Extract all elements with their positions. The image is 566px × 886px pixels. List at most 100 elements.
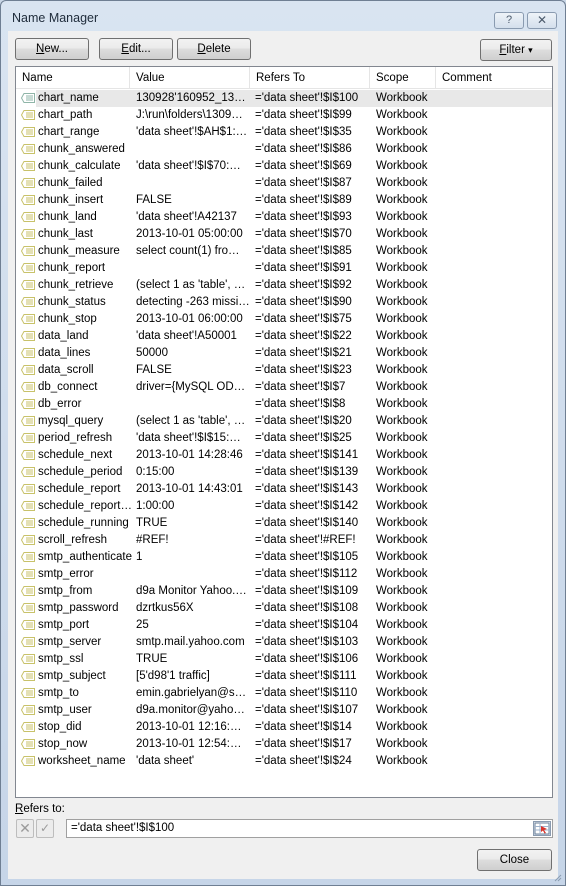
close-button[interactable]: Close [477, 849, 552, 871]
list-item[interactable]: scroll_refresh #REF! ='data sheet'!#REF! Wo… [16, 532, 552, 549]
refers-to-input[interactable]: ='data sheet'!$I$100 [66, 819, 553, 838]
delete-button[interactable]: Delete [177, 38, 251, 60]
list-item[interactable]: chunk_calculate 'data sheet'!$I$70:… ='dat… [16, 158, 552, 175]
list-item[interactable]: smtp_authenticate 1 ='data sheet'!$I$105 Wo… [16, 549, 552, 566]
cancel-edit-button[interactable]: ✕ [16, 819, 34, 838]
refers-to-cell: ='data sheet'!$I$107 [255, 704, 359, 716]
list-item[interactable]: chart_path J:\run\folders\1309… ='data she… [16, 107, 552, 124]
filter-button-label: ilter [506, 44, 525, 56]
list-item[interactable]: chunk_failed ='data sheet'!$I$87 Workbook [16, 175, 552, 192]
value-cell: 'data sheet'!$I$70:… [136, 160, 241, 172]
list-item[interactable]: stop_did 2013-10-01 12:16:… ='data sheet'!… [16, 719, 552, 736]
list-item[interactable]: schedule_next 2013-10-01 14:28:46 ='data s… [16, 447, 552, 464]
value-cell: 2013-10-01 14:28:46 [136, 449, 243, 461]
help-button[interactable]: ? [494, 12, 524, 29]
scope-cell: Workbook [376, 262, 428, 274]
list-item[interactable]: mysql_query (select 1 as 'table', … ='data… [16, 413, 552, 430]
scope-cell: Workbook [376, 466, 428, 478]
value-cell: J:\run\folders\1309… [136, 109, 243, 121]
named-range-icon [21, 331, 35, 341]
name-cell: smtp_error [38, 568, 94, 580]
resize-grip-icon[interactable] [552, 872, 562, 882]
list-item[interactable]: smtp_user d9a.monitor@yaho… ='data sheet'!… [16, 702, 552, 719]
list-item[interactable]: data_scroll FALSE ='data sheet'!$I$23 Workb… [16, 362, 552, 379]
list-item[interactable]: chunk_land 'data sheet'!A42137 ='data shee… [16, 209, 552, 226]
list-item[interactable]: schedule_report 2013-10-01 14:43:01 ='data… [16, 481, 552, 498]
named-range-icon [21, 756, 35, 766]
column-header-name[interactable]: Name [16, 67, 130, 89]
scope-cell: Workbook [376, 738, 428, 750]
list-item[interactable]: chunk_retrieve (select 1 as 'table', … ='d… [16, 277, 552, 294]
list-item[interactable]: stop_now 2013-10-01 12:54:… ='data sheet'!… [16, 736, 552, 753]
title-bar[interactable]: Name Manager ? ✕ [1, 1, 565, 31]
column-header-scope[interactable]: Scope [370, 67, 436, 89]
named-range-icon [21, 161, 35, 171]
new-button[interactable]: New... [15, 38, 89, 60]
names-list[interactable]: Name Value Refers To Scope Comment chart… [15, 66, 553, 798]
value-cell: select count(1) fro… [136, 245, 240, 257]
named-range-icon [21, 263, 35, 273]
list-item[interactable]: chart_name 130928'160952_13… ='data sheet'… [16, 90, 552, 107]
list-item[interactable]: schedule_report… 1:00:00 ='data sheet'!$I$… [16, 498, 552, 515]
named-range-icon [21, 127, 35, 137]
list-item[interactable]: chunk_answered ='data sheet'!$I$86 Workboo… [16, 141, 552, 158]
list-item[interactable]: schedule_running TRUE ='data sheet'!$I$140… [16, 515, 552, 532]
scope-cell: Workbook [376, 551, 428, 563]
named-range-icon [21, 586, 35, 596]
list-item[interactable]: schedule_period 0:15:00 ='data sheet'!$I$1… [16, 464, 552, 481]
named-range-icon [21, 280, 35, 290]
list-item[interactable]: smtp_password dzrtkus56X ='data sheet'!$I$… [16, 600, 552, 617]
list-item[interactable]: smtp_ssl TRUE ='data sheet'!$I$106 Workbook [16, 651, 552, 668]
scope-cell: Workbook [376, 177, 428, 189]
confirm-edit-button[interactable]: ✓ [36, 819, 54, 838]
list-item[interactable]: worksheet_name 'data sheet' ='data sheet'!… [16, 753, 552, 770]
value-cell: 1:00:00 [136, 500, 175, 512]
list-item[interactable]: period_refresh 'data sheet'!$I$15:… ='data… [16, 430, 552, 447]
named-range-icon [21, 739, 35, 749]
list-item[interactable]: chunk_status detecting -263 missi… ='data … [16, 294, 552, 311]
refers-to-cell: ='data sheet'!$I$22 [255, 330, 352, 342]
list-item[interactable]: chunk_report ='data sheet'!$I$91 Workbook [16, 260, 552, 277]
column-header-refers-to[interactable]: Refers To [250, 67, 370, 89]
refers-to-cell: ='data sheet'!$I$87 [255, 177, 352, 189]
filter-button[interactable]: Filter ▾ [480, 39, 552, 61]
refers-to-cell: ='data sheet'!$I$23 [255, 364, 352, 376]
list-item[interactable]: db_error ='data sheet'!$I$8 Workbook [16, 396, 552, 413]
close-icon: ✕ [536, 13, 548, 27]
value-cell: emin.gabrielyan@s… [136, 687, 247, 699]
name-cell: chart_range [38, 126, 100, 138]
list-item[interactable]: chunk_insert FALSE ='data sheet'!$I$89 Work… [16, 192, 552, 209]
name-cell: chunk_calculate [38, 160, 121, 172]
refers-to-cell: ='data sheet'!$I$140 [255, 517, 359, 529]
scope-cell: Workbook [376, 364, 428, 376]
value-cell: 'data sheet'!A42137 [136, 211, 237, 223]
named-range-icon [21, 144, 35, 154]
list-item[interactable]: smtp_server smtp.mail.yahoo.com ='data she… [16, 634, 552, 651]
list-item[interactable]: smtp_error ='data sheet'!$I$112 Workbook [16, 566, 552, 583]
scope-cell: Workbook [376, 330, 428, 342]
scope-cell: Workbook [376, 143, 428, 155]
named-range-icon [21, 433, 35, 443]
list-item[interactable]: data_lines 50000 ='data sheet'!$I$21 Workbo… [16, 345, 552, 362]
list-item[interactable]: smtp_to emin.gabrielyan@s… ='data sheet'!$… [16, 685, 552, 702]
list-item[interactable]: data_land 'data sheet'!A50001 ='data sheet… [16, 328, 552, 345]
refers-to-label-text: efers to: [23, 803, 65, 815]
list-item[interactable]: smtp_from d9a Monitor Yahoo.… ='data sheet… [16, 583, 552, 600]
list-item[interactable]: chunk_last 2013-10-01 05:00:00 ='data shee… [16, 226, 552, 243]
column-header-value[interactable]: Value [130, 67, 250, 89]
value-cell: FALSE [136, 194, 172, 206]
list-item[interactable]: db_connect driver={MySQL OD… ='data sheet'… [16, 379, 552, 396]
scope-cell: Workbook [376, 347, 428, 359]
list-item[interactable]: chunk_stop 2013-10-01 06:00:00 ='data shee… [16, 311, 552, 328]
name-cell: data_lines [38, 347, 91, 359]
column-header-comment[interactable]: Comment [436, 67, 552, 89]
collapse-dialog-button[interactable] [533, 821, 551, 836]
list-item[interactable]: chunk_measure select count(1) fro… ='data … [16, 243, 552, 260]
list-item[interactable]: smtp_subject [5'd98'1 traffic] ='data shee… [16, 668, 552, 685]
close-window-button[interactable]: ✕ [527, 12, 557, 29]
refers-to-cell: ='data sheet'!$I$92 [255, 279, 352, 291]
list-item[interactable]: chart_range 'data sheet'!$AH$1:… ='data sh… [16, 124, 552, 141]
edit-button[interactable]: Edit... [99, 38, 173, 60]
refers-to-cell: ='data sheet'!$I$100 [255, 92, 359, 104]
list-item[interactable]: smtp_port 25 ='data sheet'!$I$104 Workbook [16, 617, 552, 634]
